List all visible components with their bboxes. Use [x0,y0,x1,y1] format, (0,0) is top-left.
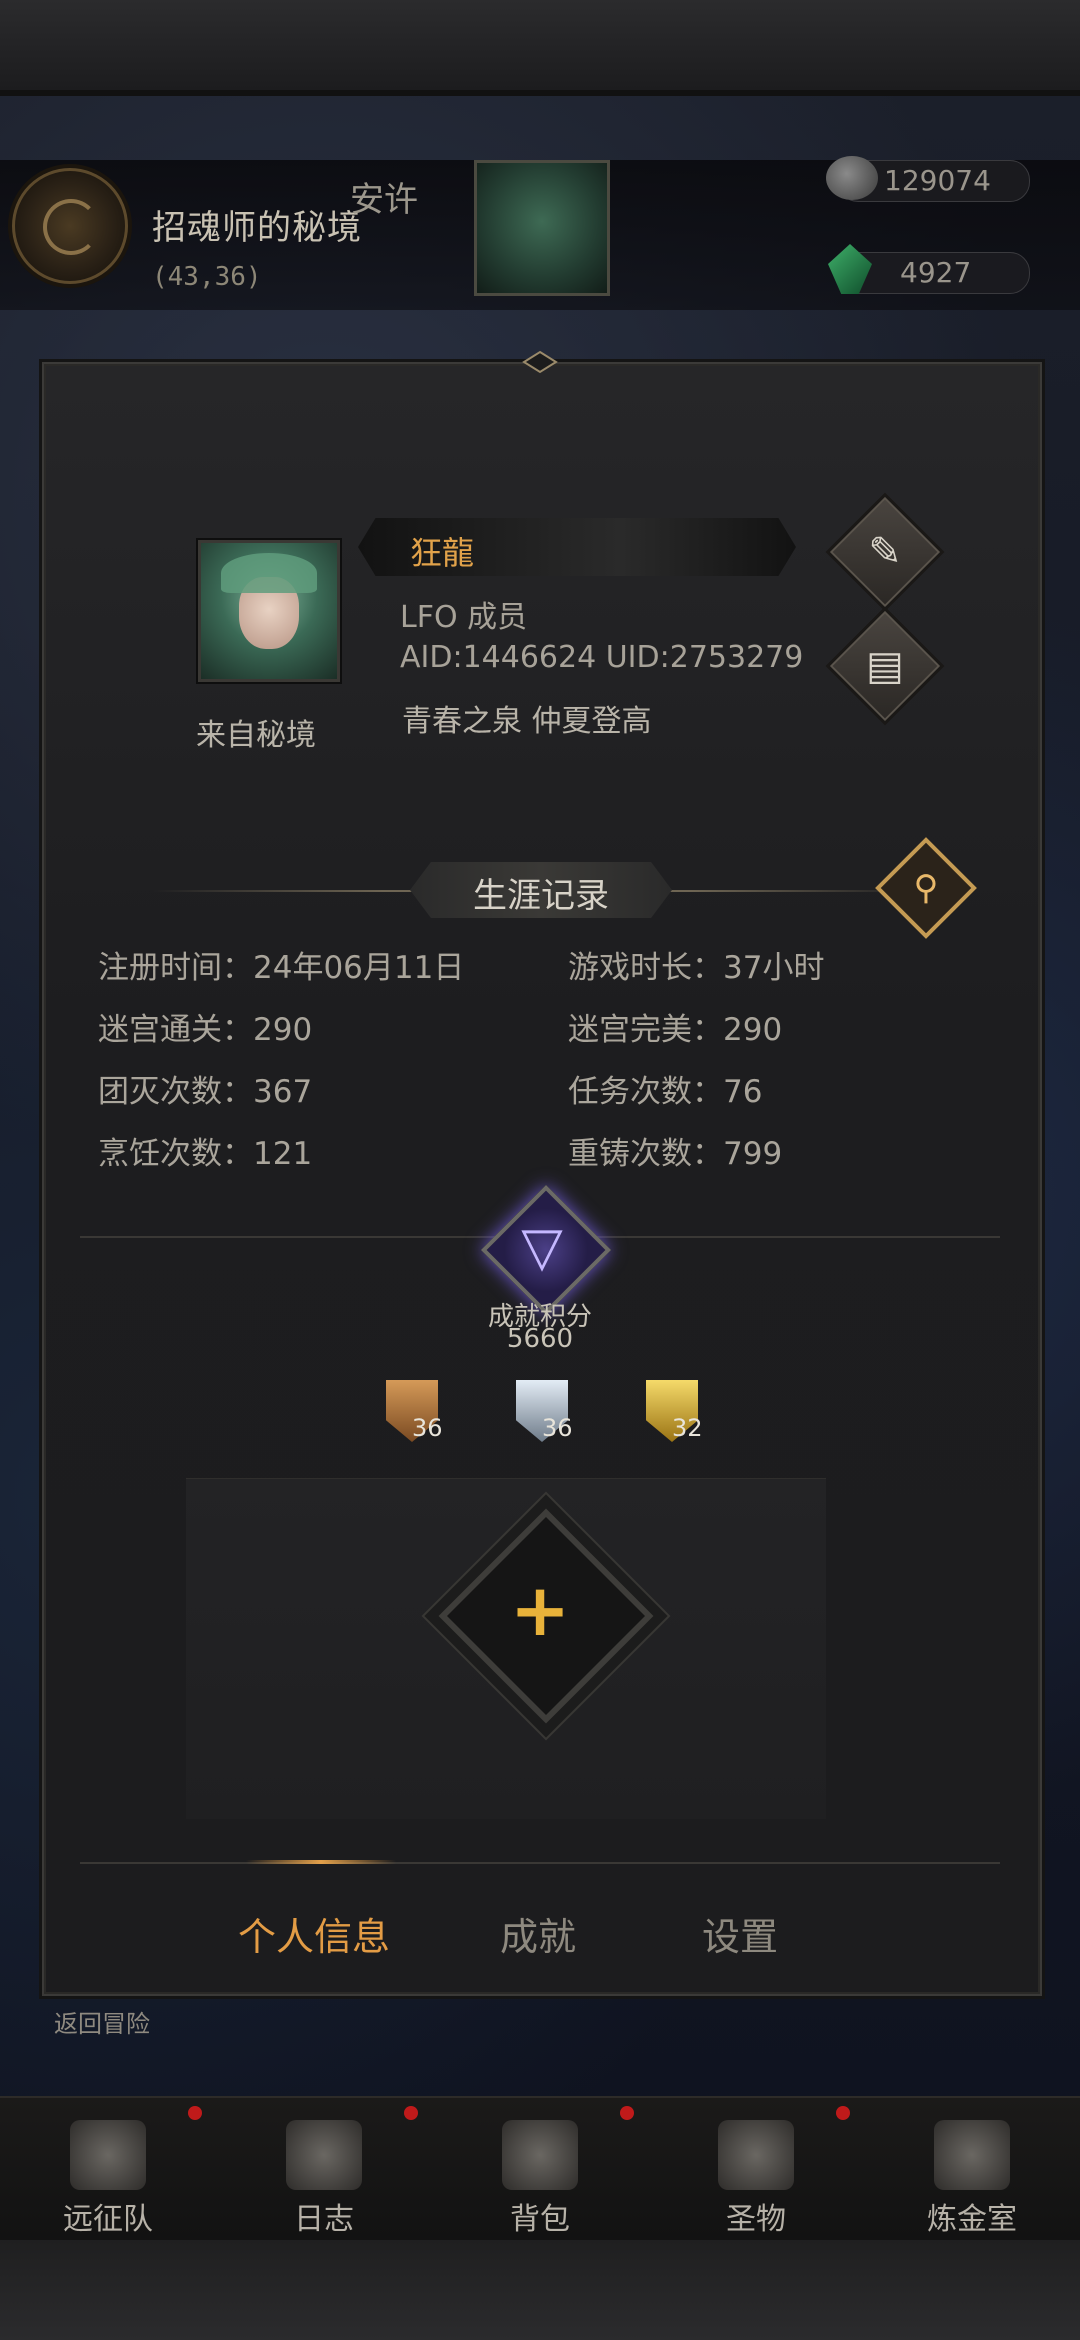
notification-dot [620,2106,634,2120]
tab-settings[interactable]: 设置 [702,1906,778,1961]
tab-achievements[interactable]: 成就 [500,1906,576,1961]
bottom-frame [0,2240,1080,2340]
stat-value: 24年06月11日 [253,950,465,986]
stat-team-wipe: 团灭次数：367 [98,1066,312,1111]
stat-label: 任务次数： [568,1074,723,1110]
silver-medal-count: 36 [542,1414,573,1442]
notification-dot [404,2106,418,2120]
stat-register-time: 注册时间：24年06月11日 [98,942,464,987]
stat-label: 重铸次数： [568,1136,723,1172]
stat-value: 121 [253,1136,313,1172]
return-adventure-link[interactable]: 返回冒险 [54,2004,150,2039]
tab-personal-info[interactable]: 个人信息 [238,1906,390,1961]
plus-icon: + [509,1568,571,1652]
nav-label: 日志 [294,2202,354,2237]
panel-ornament-icon [522,350,558,374]
stat-cooking: 烹饪次数：121 [98,1128,312,1173]
nav-label: 远征队 [63,2202,153,2237]
location-coords: (43,36) [152,262,262,292]
achievement-score: 5660 [506,1324,574,1354]
nav-label: 背包 [510,2202,570,2237]
gold-medal-count: 32 [672,1414,703,1442]
notification-dot [836,2106,850,2120]
nav-alchemy[interactable]: 炼金室 [864,2110,1080,2238]
stat-label: 游戏时长： [568,950,723,986]
player-name: 狂龍 [410,534,475,572]
silver-stone-icon [826,156,878,200]
hud-player-name: 安许 [350,180,418,220]
location-title: 招魂师的秘境 [152,208,362,248]
bag-icon [502,2120,578,2190]
alchemy-icon [934,2120,1010,2190]
stat-label: 迷宫完美： [568,1012,723,1048]
stat-value: 290 [253,1012,313,1048]
scroll-icon [286,2120,362,2190]
nav-journal[interactable]: 日志 [216,2106,432,2238]
location-emblem-icon[interactable] [12,168,128,284]
scroll-icon: ▤ [866,643,904,689]
nav-label: 圣物 [726,2202,786,2237]
stat-play-time: 游戏时长：37小时 [568,942,824,987]
stat-quests: 任务次数：76 [568,1066,762,1111]
stat-value: 367 [253,1074,313,1110]
magnifier-icon: ⚲ [913,868,939,908]
triangle-emblem-icon: ▽ [521,1214,563,1278]
stat-value: 37小时 [723,950,825,986]
guild-label: LFO 成员 [400,600,528,635]
stat-label: 注册时间： [98,950,253,986]
gem-currency-value: 4927 [900,256,972,289]
section-title: 生涯记录 [473,876,609,916]
horned-helmet-icon [70,2120,146,2190]
stat-label: 烹饪次数： [98,1136,253,1172]
hud-portrait[interactable] [474,160,610,296]
avatar[interactable] [198,540,340,682]
nav-relics[interactable]: 圣物 [648,2106,864,2238]
nav-bag[interactable]: 背包 [432,2106,648,2238]
stat-maze-perfect: 迷宫完美：290 [568,1004,782,1049]
player-ids: AID:1446624 UID:2753279 [400,640,804,675]
nav-label: 炼金室 [927,2202,1017,2237]
chalice-icon [718,2120,794,2190]
player-tags: 青春之泉 仲夏登高 [402,704,652,739]
quill-icon: ✎ [868,529,902,575]
notification-dot [188,2106,202,2120]
active-tab-indicator [246,1860,396,1864]
stat-reforge: 重铸次数：799 [568,1128,782,1173]
nav-expedition[interactable]: 远征队 [0,2106,216,2238]
stat-maze-clear: 迷宫通关：290 [98,1004,312,1049]
bronze-medal-count: 36 [412,1414,443,1442]
stat-value: 76 [723,1074,763,1110]
stat-label: 团灭次数： [98,1074,253,1110]
from-label: 来自秘境 [196,718,316,753]
stat-value: 290 [723,1012,783,1048]
silver-currency-value: 129074 [884,164,991,197]
top-frame [0,0,1080,98]
stat-label: 迷宫通关： [98,1012,253,1048]
tab-divider [80,1862,1000,1864]
stat-value: 799 [723,1136,783,1172]
